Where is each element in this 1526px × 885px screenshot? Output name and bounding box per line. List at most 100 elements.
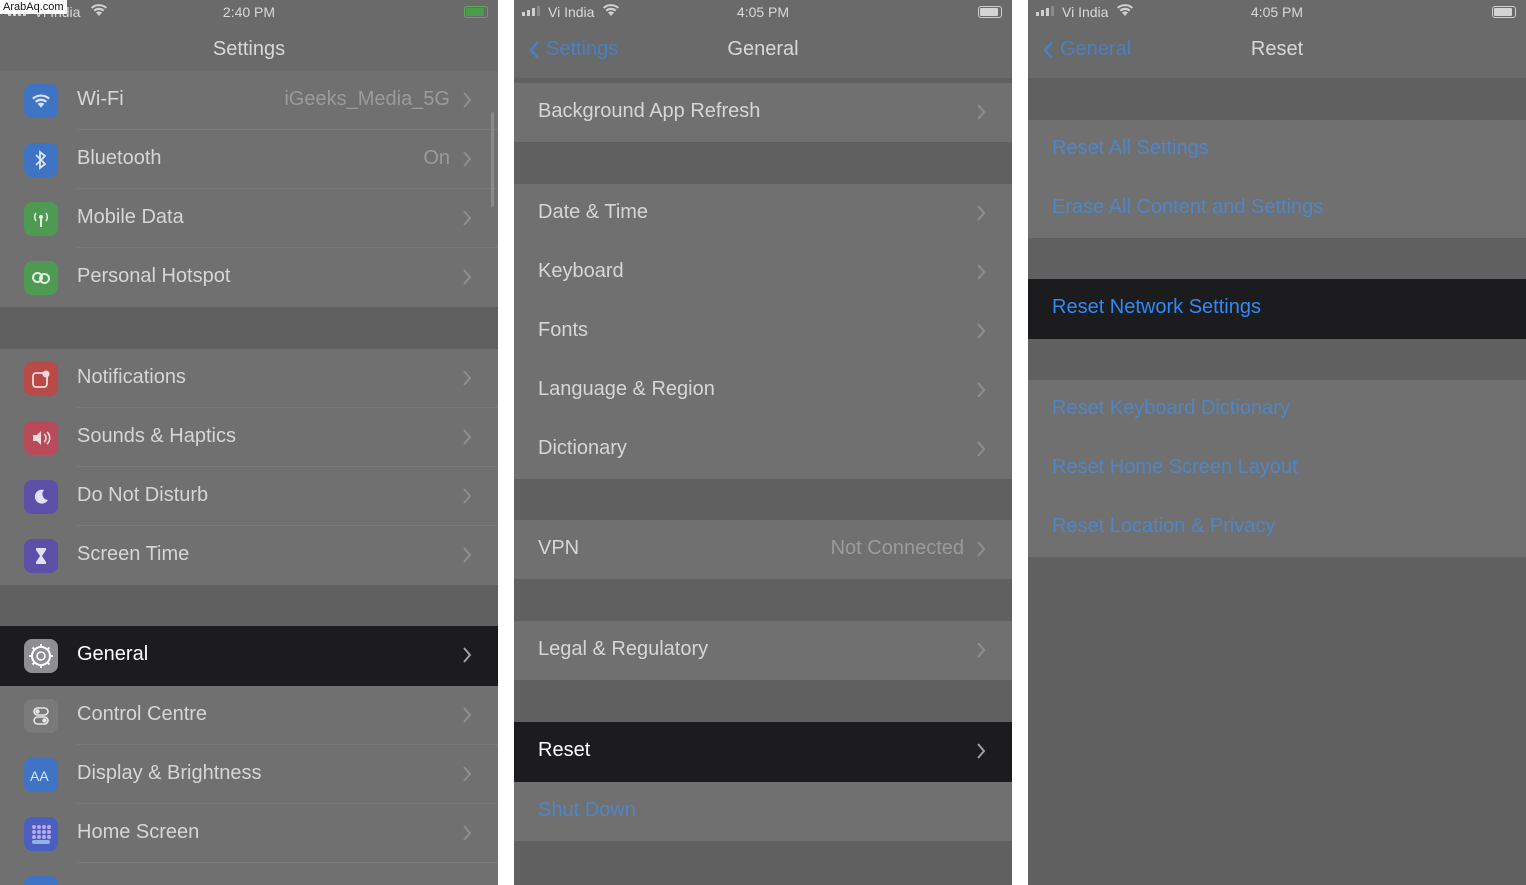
chevron-right-icon [977, 264, 986, 280]
grid-icon [24, 817, 58, 851]
row-label: Shut Down [538, 799, 636, 821]
settings-row-mobile-data[interactable]: Mobile Data [0, 189, 498, 248]
svg-text:AA: AA [30, 768, 49, 783]
row-label: Language & Region [538, 378, 715, 400]
text-size-icon: AA [24, 758, 58, 792]
chevron-right-icon [463, 210, 472, 226]
gear-icon [24, 639, 58, 673]
toggles-icon [24, 699, 58, 733]
reset-network-settings-button[interactable]: Reset Network Settings [1028, 279, 1526, 339]
settings-row-notifications[interactable]: Notifications [0, 349, 498, 408]
page-title: General [727, 38, 799, 60]
settings-row-home-screen[interactable]: Home Screen [0, 804, 498, 863]
chevron-right-icon [463, 151, 472, 167]
battery-icon [978, 6, 1002, 18]
general-row-language-region[interactable]: Language & Region [514, 361, 1012, 420]
reset-home-screen-layout-button[interactable]: Reset Home Screen Layout [1028, 439, 1526, 498]
erase-all-content-button[interactable]: Erase All Content and Settings [1028, 179, 1526, 238]
accessibility-icon [24, 876, 58, 885]
nav-bar: General Reset [1028, 24, 1526, 78]
chevron-right-icon [977, 642, 986, 658]
page-title: Settings [212, 38, 286, 60]
settings-row-screen-time[interactable]: Screen Time [0, 526, 498, 585]
section-gap [514, 142, 1012, 184]
general-row-dictionary[interactable]: Dictionary [514, 420, 1012, 479]
hotspot-icon [24, 261, 58, 295]
settings-row-bluetooth[interactable]: Bluetooth On [0, 130, 498, 189]
settings-row-sounds-haptics[interactable]: Sounds & Haptics [0, 408, 498, 467]
row-label: Screen Time [77, 543, 190, 565]
chevron-right-icon [977, 205, 986, 221]
general-row-reset[interactable]: Reset [514, 722, 1012, 782]
settings-row-general[interactable]: General [0, 626, 498, 686]
section-gap [514, 479, 1012, 520]
chevron-right-icon [463, 766, 472, 782]
settings-row-do-not-disturb[interactable]: Do Not Disturb [0, 467, 498, 526]
row-label: Home Screen [77, 821, 200, 843]
row-value: Not Connected [830, 537, 964, 559]
battery-icon [464, 6, 488, 18]
antenna-icon [24, 202, 58, 236]
settings-row-control-centre[interactable]: Control Centre [0, 686, 498, 745]
row-label: Mobile Data [77, 206, 184, 228]
row-label: Sounds & Haptics [77, 425, 236, 447]
row-label: Legal & Regulatory [538, 638, 709, 660]
row-label: Reset All Settings [1052, 137, 1209, 159]
row-label: Reset Keyboard Dictionary [1052, 397, 1290, 419]
section-gap [0, 585, 498, 626]
row-label: Reset [538, 739, 591, 761]
chevron-right-icon [463, 647, 472, 663]
section-gap [514, 579, 1012, 621]
row-label: VPN [538, 537, 580, 559]
section-gap [1028, 339, 1526, 380]
section-gap [1028, 238, 1526, 279]
section-gap [514, 841, 1012, 885]
chevron-right-icon [977, 743, 986, 759]
chevron-right-icon [977, 323, 986, 339]
settings-row-personal-hotspot[interactable]: Personal Hotspot [0, 248, 498, 307]
row-label: Background App Refresh [538, 100, 761, 122]
row-value: On [423, 147, 450, 169]
general-row-background-app-refresh[interactable]: Background App Refresh [514, 83, 1012, 142]
general-row-legal-regulatory[interactable]: Legal & Regulatory [514, 621, 1012, 680]
section-gap [514, 680, 1012, 722]
section-gap [0, 307, 498, 349]
row-label: Reset Home Screen Layout [1052, 456, 1298, 478]
reset-location-privacy-button[interactable]: Reset Location & Privacy [1028, 498, 1526, 557]
general-row-vpn[interactable]: VPN Not Connected [514, 520, 1012, 579]
general-screen: Vi India 4:05 PM Settings General Backgr… [514, 0, 1012, 885]
chevron-right-icon [463, 707, 472, 723]
status-time: 4:05 PM [1250, 4, 1304, 20]
row-label: Control Centre [77, 703, 208, 725]
status-time: 4:05 PM [736, 4, 790, 20]
chevron-right-icon [463, 429, 472, 445]
chevron-right-icon [463, 488, 472, 504]
reset-all-settings-button[interactable]: Reset All Settings [1028, 120, 1526, 179]
reset-keyboard-dictionary-button[interactable]: Reset Keyboard Dictionary [1028, 380, 1526, 439]
row-label: Fonts [538, 319, 589, 341]
moon-icon [24, 480, 58, 514]
shut-down-button[interactable]: Shut Down [514, 782, 1012, 841]
row-label: Erase All Content and Settings [1052, 196, 1324, 218]
general-row-keyboard[interactable]: Keyboard [514, 243, 1012, 302]
row-label: Dictionary [538, 437, 627, 459]
wifi-icon [24, 84, 58, 118]
row-label: Reset Network Settings [1052, 296, 1261, 318]
status-time: 2:40 PM [222, 4, 276, 20]
general-row-date-time[interactable]: Date & Time [514, 184, 1012, 243]
row-label: Notifications [77, 366, 186, 388]
notifications-icon [24, 362, 58, 396]
chevron-right-icon [463, 547, 472, 563]
chevron-right-icon [463, 370, 472, 386]
general-row-fonts[interactable]: Fonts [514, 302, 1012, 361]
chevron-right-icon [977, 104, 986, 120]
settings-row-partial[interactable] [0, 863, 498, 885]
settings-row-wifi[interactable]: Wi-Fi iGeeks_Media_5G [0, 71, 498, 130]
row-value: iGeeks_Media_5G [284, 88, 450, 110]
chevron-right-icon [463, 92, 472, 108]
empty-area [1028, 557, 1526, 885]
chevron-right-icon [463, 825, 472, 841]
row-label: Display & Brightness [77, 762, 262, 784]
scrollbar[interactable] [491, 112, 494, 207]
settings-row-display-brightness[interactable]: AA Display & Brightness [0, 745, 498, 804]
